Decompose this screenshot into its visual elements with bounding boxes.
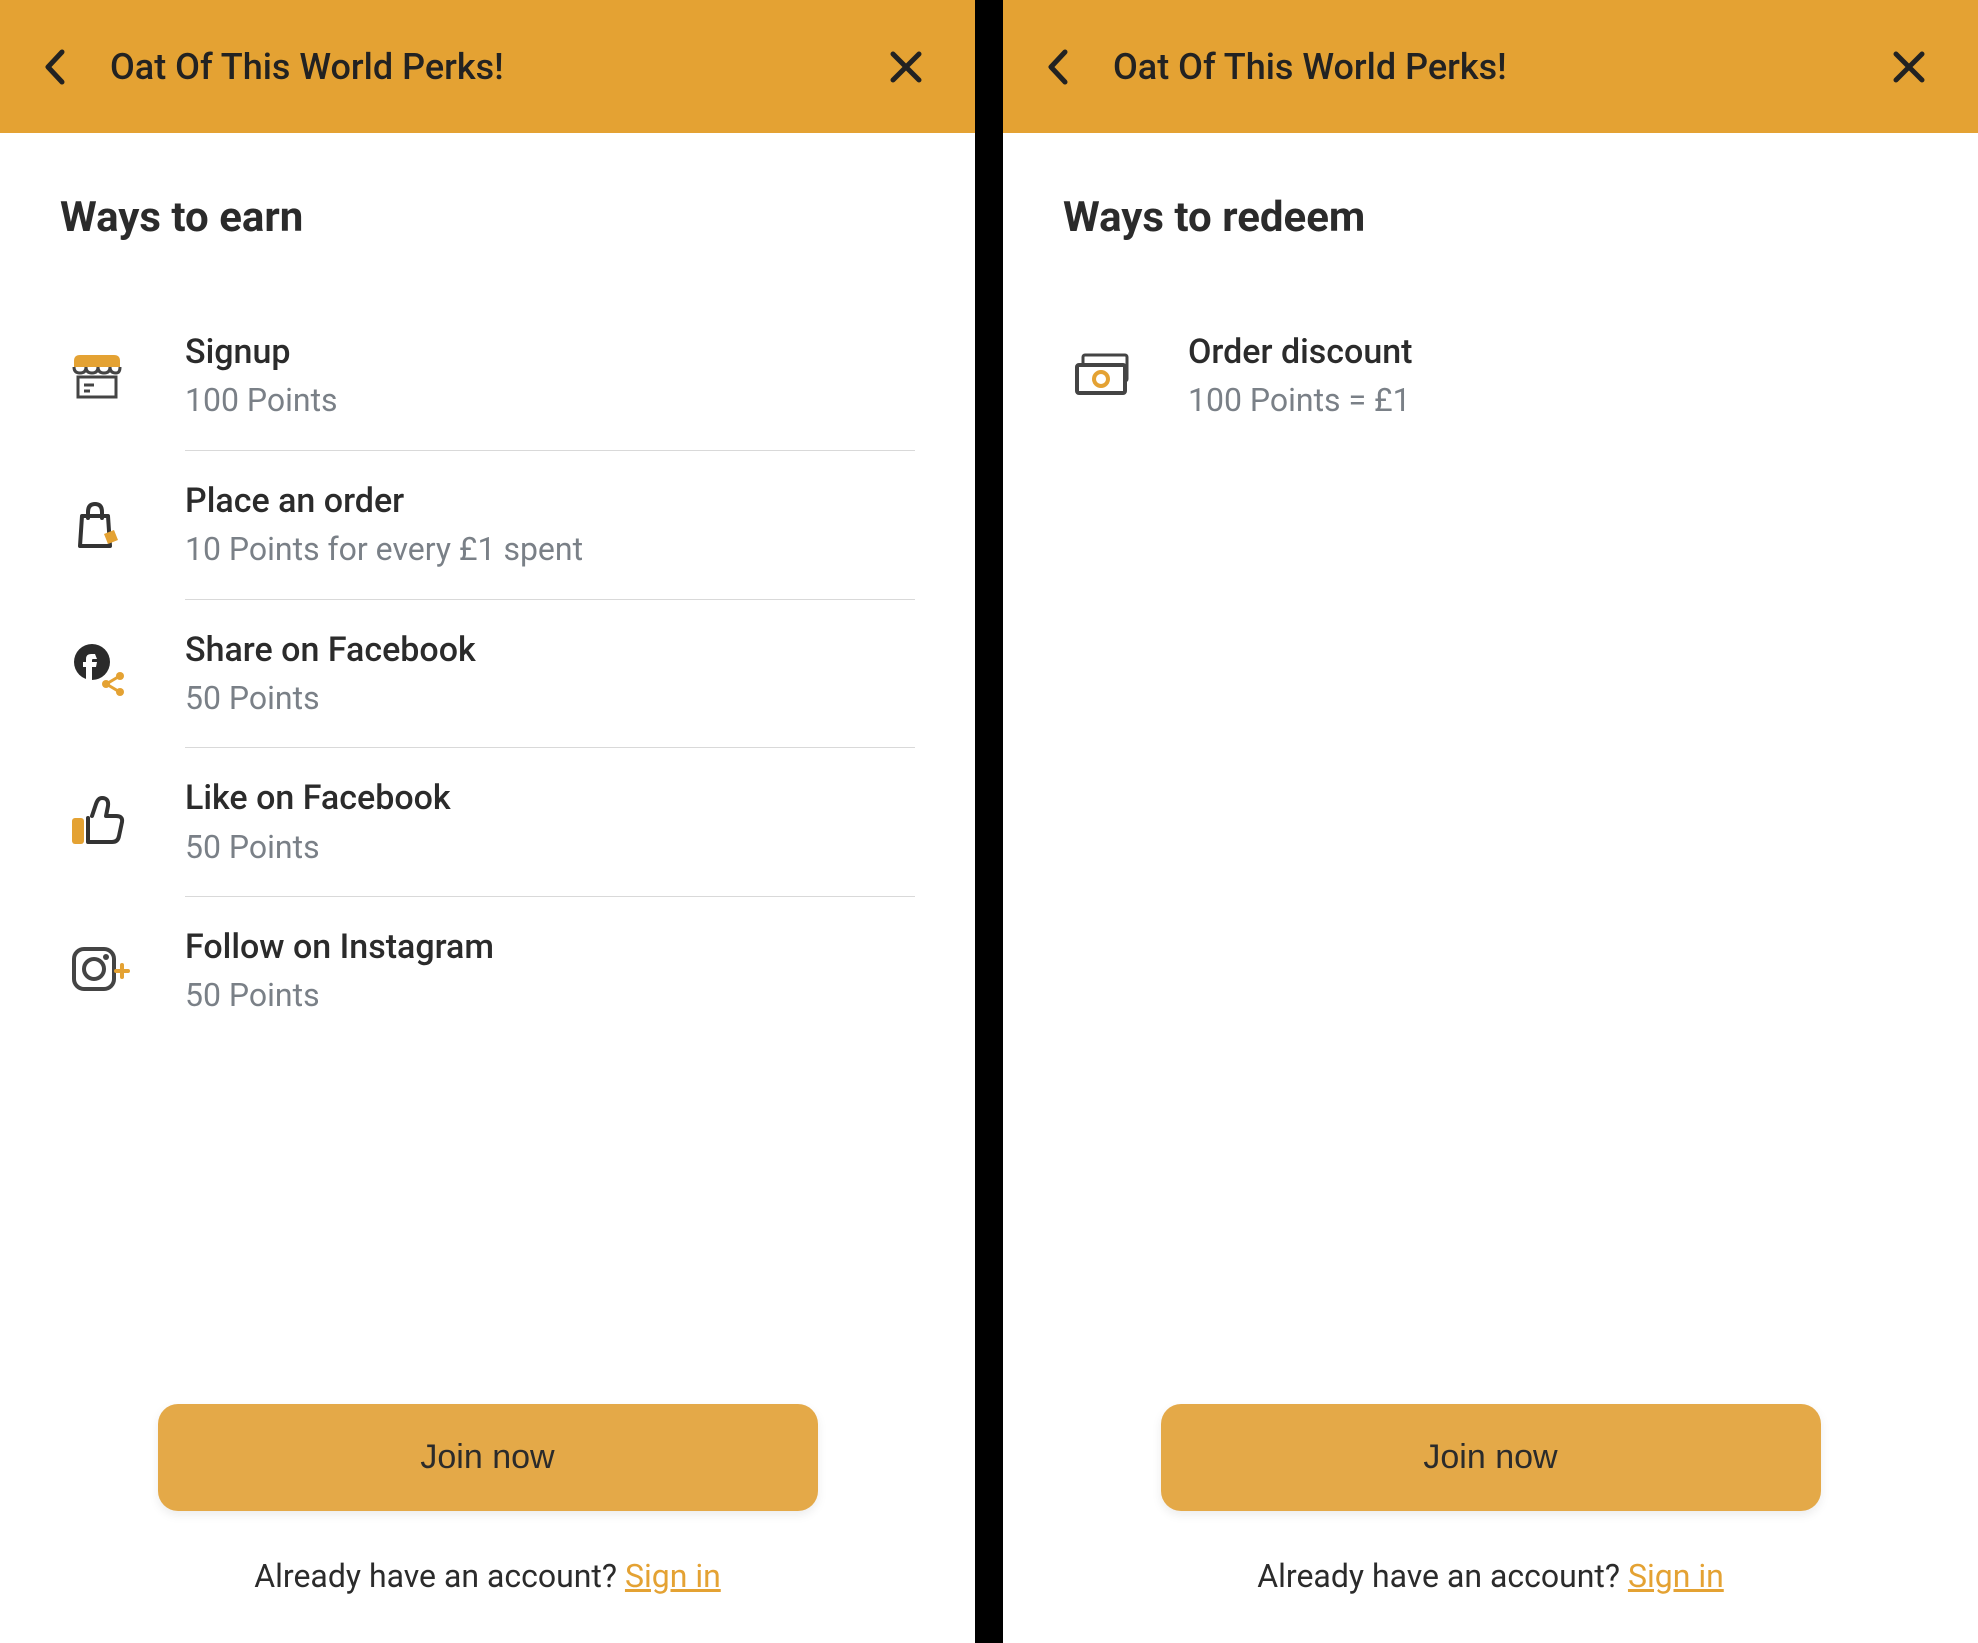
item-title: Share on Facebook xyxy=(185,628,915,672)
close-icon xyxy=(1892,50,1926,84)
earn-item-fb-share[interactable]: Share on Facebook 50 Points xyxy=(60,600,915,748)
shopping-bag-icon xyxy=(60,496,185,554)
join-now-button[interactable]: Join now xyxy=(1161,1404,1821,1511)
panel-gap xyxy=(975,0,1003,1643)
item-subtitle: 50 Points xyxy=(185,975,915,1017)
item-subtitle: 50 Points xyxy=(185,678,915,720)
join-now-button[interactable]: Join now xyxy=(158,1404,818,1511)
redeem-list: Order discount 100 Points = £1 xyxy=(1063,302,1918,450)
redeem-item-discount[interactable]: Order discount 100 Points = £1 xyxy=(1063,302,1918,450)
item-text: Order discount 100 Points = £1 xyxy=(1188,330,1918,422)
signin-row: Already have an account? Sign in xyxy=(60,1557,915,1595)
chevron-left-icon xyxy=(1045,48,1071,86)
back-button[interactable] xyxy=(30,42,80,92)
panel-footer: Join now Already have an account? Sign i… xyxy=(0,1376,975,1643)
item-text: Follow on Instagram 50 Points xyxy=(185,925,915,1017)
panel-footer: Join now Already have an account? Sign i… xyxy=(1003,1376,1978,1643)
item-subtitle: 10 Points for every £1 spent xyxy=(185,529,915,571)
earn-item-fb-like[interactable]: Like on Facebook 50 Points xyxy=(60,748,915,896)
panel-content: Ways to earn Signup 100 Points xyxy=(0,133,975,1376)
account-prompt: Already have an account? xyxy=(254,1557,625,1595)
item-title: Follow on Instagram xyxy=(185,925,915,969)
account-prompt: Already have an account? xyxy=(1257,1557,1628,1595)
panel-header: Oat Of This World Perks! xyxy=(0,0,975,133)
section-title: Ways to redeem xyxy=(1063,193,1918,242)
section-title: Ways to earn xyxy=(60,193,915,242)
signin-row: Already have an account? Sign in xyxy=(1063,1557,1918,1595)
sign-in-link[interactable]: Sign in xyxy=(1628,1557,1724,1595)
item-text: Place an order 10 Points for every £1 sp… xyxy=(185,479,915,571)
item-text: Signup 100 Points xyxy=(185,330,915,422)
item-text: Like on Facebook 50 Points xyxy=(185,776,915,868)
facebook-share-icon xyxy=(60,642,185,704)
earn-item-signup[interactable]: Signup 100 Points xyxy=(60,302,915,450)
item-title: Like on Facebook xyxy=(185,776,915,820)
item-title: Order discount xyxy=(1188,330,1918,374)
close-icon xyxy=(889,50,923,84)
panel-title: Oat Of This World Perks! xyxy=(1083,46,1884,88)
item-title: Place an order xyxy=(185,479,915,523)
chevron-left-icon xyxy=(42,48,68,86)
back-button[interactable] xyxy=(1033,42,1083,92)
item-text: Share on Facebook 50 Points xyxy=(185,628,915,720)
earn-list: Signup 100 Points Place an order 10 Poin… xyxy=(60,302,915,1045)
item-subtitle: 100 Points xyxy=(185,380,915,422)
item-subtitle: 50 Points xyxy=(185,827,915,869)
close-button[interactable] xyxy=(881,42,931,92)
instagram-icon xyxy=(60,943,185,999)
panel-content: Ways to redeem Order discount 100 Points… xyxy=(1003,133,1978,1376)
item-title: Signup xyxy=(185,330,915,374)
earn-item-instagram[interactable]: Follow on Instagram 50 Points xyxy=(60,897,915,1045)
sign-in-link[interactable]: Sign in xyxy=(625,1557,721,1595)
cash-icon xyxy=(1063,349,1188,403)
store-icon xyxy=(60,347,185,405)
redeem-panel: Oat Of This World Perks! Ways to redeem xyxy=(1003,0,1978,1643)
panel-title: Oat Of This World Perks! xyxy=(80,46,881,88)
item-subtitle: 100 Points = £1 xyxy=(1188,380,1918,422)
earn-panel: Oat Of This World Perks! Ways to earn xyxy=(0,0,975,1643)
earn-item-order[interactable]: Place an order 10 Points for every £1 sp… xyxy=(60,451,915,599)
close-button[interactable] xyxy=(1884,42,1934,92)
thumbs-up-icon xyxy=(60,794,185,850)
panel-header: Oat Of This World Perks! xyxy=(1003,0,1978,133)
